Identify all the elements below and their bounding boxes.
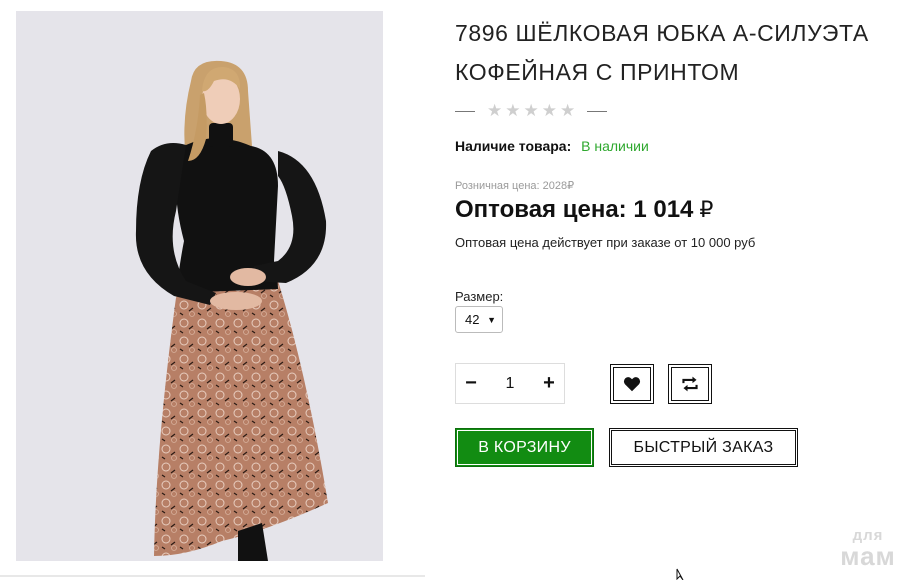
size-selected-value: 42 [465,312,480,327]
quantity-value[interactable]: 1 [506,375,515,393]
wholesale-price-value: Оптовая цена: 1 014 [455,196,694,223]
product-photo[interactable] [16,11,383,561]
size-label: Размер: [455,289,504,304]
rating-dash-right [587,110,608,112]
wholesale-price: Оптовая цена: 1 014 ₽ [455,196,713,224]
compare-arrows-icon [682,376,698,392]
add-to-cart-button[interactable]: В КОРЗИНУ [455,428,594,467]
star-icon[interactable]: ★ [487,101,502,121]
rating[interactable]: ★ ★ ★ ★ ★ [455,100,608,122]
mouse-cursor-icon [676,568,684,580]
product-title: 7896 ШЁЛКОВАЯ ЮБКА А-СИЛУЭТА КОФЕЙНАЯ С … [455,20,869,85]
availability: Наличие товара: В наличии [455,138,649,154]
retail-price: Розничная цена: 2028₽ [455,180,575,192]
quick-order-button[interactable]: БЫСТРЫЙ ЗАКАЗ [609,428,798,467]
size-select[interactable]: 42 ▼ [455,306,503,333]
chevron-down-icon: ▼ [487,314,496,325]
quantity-minus-button[interactable]: − [456,372,486,395]
rating-dash-left [455,110,475,112]
heart-icon [623,377,641,392]
star-icon[interactable]: ★ [542,101,557,121]
availability-label: Наличие товара: [455,138,572,154]
availability-value: В наличии [581,138,649,154]
divider-line [0,575,425,577]
star-icon[interactable]: ★ [524,101,539,121]
star-icon[interactable]: ★ [560,101,575,121]
compare-button[interactable] [668,364,712,404]
wholesale-note: Оптовая цена действует при заказе от 10 … [455,235,756,250]
currency-symbol: ₽ [699,197,714,222]
wishlist-button[interactable] [610,364,654,404]
quantity-plus-button[interactable]: + [534,372,564,395]
watermark-logo: для мам [828,528,908,569]
watermark-line2: мам [840,541,896,571]
star-icon[interactable]: ★ [505,101,520,121]
rating-stars[interactable]: ★ ★ ★ ★ ★ [487,101,575,121]
quantity-stepper[interactable]: − 1 + [455,363,565,404]
